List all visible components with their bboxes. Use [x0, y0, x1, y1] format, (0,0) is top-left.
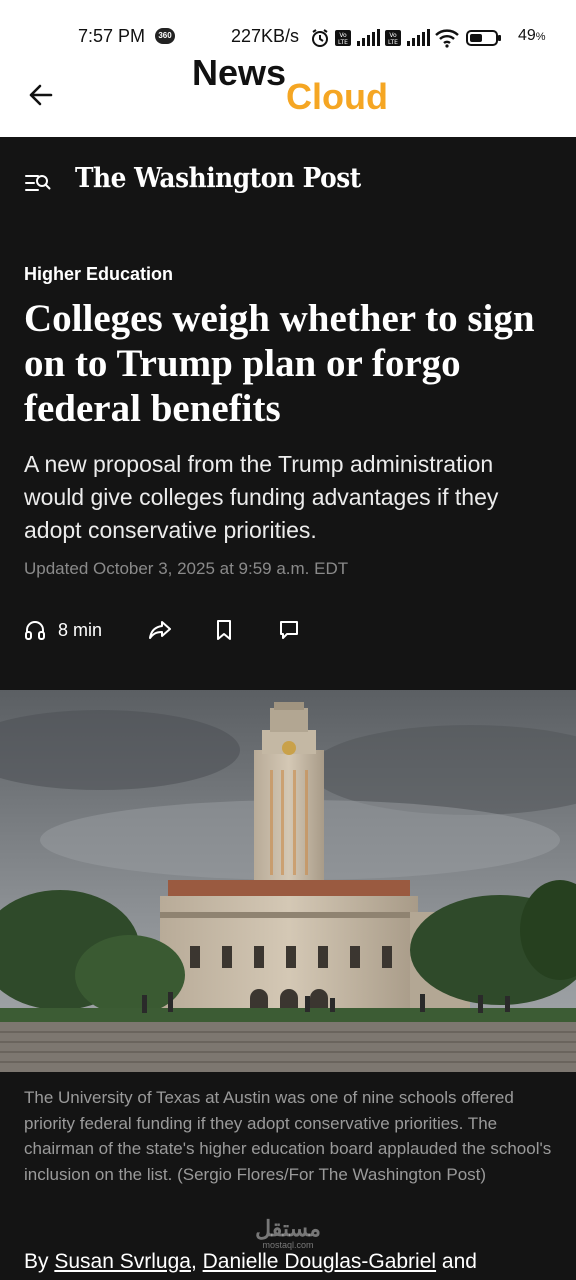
app-badge-icon: 360 — [155, 28, 175, 44]
publication-bar: The Washington Post — [0, 137, 576, 229]
comment-button[interactable] — [278, 616, 300, 644]
volte-icon: VoLTE — [385, 30, 401, 46]
battery-icon — [466, 30, 501, 46]
back-arrow-icon[interactable] — [26, 80, 56, 110]
headphones-icon — [25, 621, 45, 640]
byline-suffix: and — [436, 1250, 477, 1273]
menu-search-icon[interactable] — [24, 170, 52, 196]
watermark-sub: mostaql.com — [262, 1240, 314, 1250]
alarm-icon — [312, 29, 328, 47]
author-link[interactable]: Susan Svrluga — [54, 1250, 191, 1273]
listen-duration: 8 min — [58, 619, 103, 640]
section-label[interactable]: Higher Education — [24, 264, 173, 285]
article-timestamp: Updated October 3, 2025 at 9:59 a.m. EDT — [24, 559, 349, 578]
bookmark-button[interactable] — [214, 616, 234, 644]
logo-news-text: News — [192, 52, 287, 93]
svg-text:Vo: Vo — [389, 32, 397, 39]
svg-text:LTE: LTE — [338, 39, 348, 46]
app-top-bar: 7:57 PM 360 227KB/s Vo LTE Vo LTE 49% News… — [0, 0, 576, 137]
svg-text:LTE: LTE — [388, 39, 398, 46]
volte-icon: VoLTE — [335, 30, 351, 46]
network-speed: 227KB/s — [231, 26, 300, 46]
watermark: مستقل mostaql.com — [252, 1216, 324, 1251]
byline-separator: , — [190, 1250, 203, 1273]
author-link[interactable]: Danielle Douglas-Gabriel — [203, 1250, 436, 1273]
signal-icon — [357, 29, 380, 46]
app-logo: News Cloud — [190, 52, 390, 122]
signal-icon — [407, 29, 430, 46]
article-headline: Colleges weigh whether to sign on to Tru… — [24, 297, 535, 430]
status-time: 7:57 PM — [78, 26, 146, 46]
article-actions: 8 min — [0, 612, 576, 648]
status-bar: 7:57 PM 360 227KB/s Vo LTE Vo LTE 49% — [0, 24, 576, 52]
article-photo[interactable] — [0, 690, 576, 1072]
share-icon — [149, 621, 171, 639]
listen-button[interactable]: 8 min — [24, 616, 102, 644]
byline: By Susan Svrluga, Danielle Douglas-Gabri… — [24, 1250, 564, 1274]
article-dek: A new proposal from the Trump administra… — [24, 451, 499, 543]
publication-name[interactable]: The Washington Post — [75, 163, 361, 194]
status-icons: Vo LTE Vo LTE — [310, 28, 502, 48]
share-button[interactable] — [148, 616, 172, 644]
photo-caption: The University of Texas at Austin was on… — [24, 1088, 552, 1184]
wifi-icon — [435, 29, 459, 48]
battery-level: 49% — [518, 27, 546, 44]
comment-icon — [280, 621, 298, 639]
bookmark-icon — [217, 620, 231, 640]
svg-text:Vo: Vo — [339, 32, 347, 39]
logo-cloud-text: Cloud — [286, 76, 388, 117]
byline-prefix: By — [24, 1250, 55, 1273]
watermark-main: مستقل — [255, 1216, 321, 1241]
